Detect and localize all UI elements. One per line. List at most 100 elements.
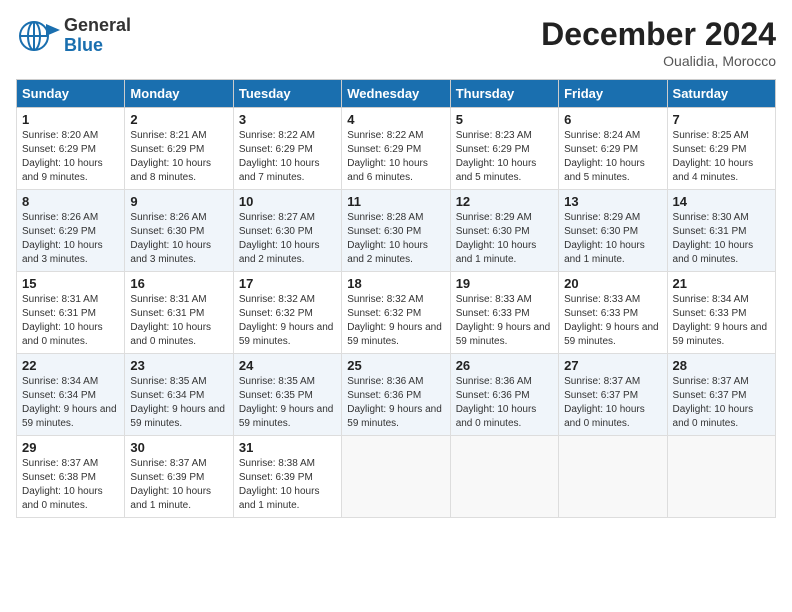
day-info: Sunrise: 8:33 AMSunset: 6:33 PMDaylight:… [564, 293, 661, 349]
table-row [667, 436, 775, 518]
day-number: 1 [22, 112, 119, 127]
day-number: 4 [347, 112, 444, 127]
day-info: Sunrise: 8:26 AMSunset: 6:29 PMDaylight:… [22, 211, 119, 267]
table-row: 15Sunrise: 8:31 AMSunset: 6:31 PMDayligh… [17, 272, 125, 354]
day-number: 17 [239, 276, 336, 291]
day-number: 9 [130, 194, 227, 209]
day-number: 28 [673, 358, 770, 373]
weekday-header-saturday: Saturday [667, 80, 775, 108]
day-number: 12 [456, 194, 553, 209]
title-block: December 2024 Oualidia, Morocco [541, 16, 776, 69]
day-number: 7 [673, 112, 770, 127]
day-number: 25 [347, 358, 444, 373]
logo-general: General [64, 16, 131, 36]
table-row [559, 436, 667, 518]
calendar-week-3: 15 Sunrise: 8:31 AMSunset: 6:31 PMDayligh… [17, 272, 776, 354]
table-row: 12Sunrise: 8:29 AMSunset: 6:30 PMDayligh… [450, 190, 558, 272]
day-info: Sunrise: 8:30 AMSunset: 6:31 PMDaylight:… [673, 211, 770, 267]
table-row: 19Sunrise: 8:33 AMSunset: 6:33 PMDayligh… [450, 272, 558, 354]
table-row: 18Sunrise: 8:32 AMSunset: 6:32 PMDayligh… [342, 272, 450, 354]
table-row: 22Sunrise: 8:34 AMSunset: 6:34 PMDayligh… [17, 354, 125, 436]
table-row: 10 Sunrise: 8:27 AMSunset: 6:30 PMDayligh… [233, 190, 341, 272]
day-info: Sunrise: 8:24 AMSunset: 6:29 PMDaylight:… [564, 129, 661, 185]
table-row: 21 Sunrise: 8:34 AMSunset: 6:33 PMDayligh… [667, 272, 775, 354]
table-row: 9 Sunrise: 8:26 AMSunset: 6:30 PMDaylight… [125, 190, 233, 272]
weekday-header-friday: Friday [559, 80, 667, 108]
calendar-week-1: 1 Sunrise: 8:20 AMSunset: 6:29 PMDaylight… [17, 108, 776, 190]
table-row: 1 Sunrise: 8:20 AMSunset: 6:29 PMDaylight… [17, 108, 125, 190]
calendar-table: SundayMondayTuesdayWednesdayThursdayFrid… [16, 79, 776, 518]
table-row: 3Sunrise: 8:22 AMSunset: 6:29 PMDaylight… [233, 108, 341, 190]
day-info: Sunrise: 8:29 AMSunset: 6:30 PMDaylight:… [564, 211, 661, 267]
weekday-header-sunday: Sunday [17, 80, 125, 108]
day-info: Sunrise: 8:35 AMSunset: 6:35 PMDaylight:… [239, 375, 336, 431]
day-info: Sunrise: 8:20 AMSunset: 6:29 PMDaylight:… [22, 129, 119, 185]
table-row: 23 Sunrise: 8:35 AMSunset: 6:34 PMDayligh… [125, 354, 233, 436]
day-number: 21 [673, 276, 770, 291]
table-row: 30Sunrise: 8:37 AMSunset: 6:39 PMDayligh… [125, 436, 233, 518]
day-number: 19 [456, 276, 553, 291]
calendar-week-5: 29Sunrise: 8:37 AMSunset: 6:38 PMDayligh… [17, 436, 776, 518]
table-row: 28 Sunrise: 8:37 AMSunset: 6:37 PMDayligh… [667, 354, 775, 436]
table-row [342, 436, 450, 518]
day-info: Sunrise: 8:38 AMSunset: 6:39 PMDaylight:… [239, 457, 336, 513]
logo-blue: Blue [64, 36, 131, 56]
table-row: 17 Sunrise: 8:32 AMSunset: 6:32 PMDayligh… [233, 272, 341, 354]
table-row: 4 Sunrise: 8:22 AMSunset: 6:29 PMDaylight… [342, 108, 450, 190]
calendar-week-4: 22Sunrise: 8:34 AMSunset: 6:34 PMDayligh… [17, 354, 776, 436]
day-info: Sunrise: 8:23 AMSunset: 6:29 PMDaylight:… [456, 129, 553, 185]
day-number: 29 [22, 440, 119, 455]
day-info: Sunrise: 8:34 AMSunset: 6:33 PMDaylight:… [673, 293, 770, 349]
day-info: Sunrise: 8:36 AMSunset: 6:36 PMDaylight:… [347, 375, 444, 431]
day-number: 5 [456, 112, 553, 127]
day-info: Sunrise: 8:32 AMSunset: 6:32 PMDaylight:… [239, 293, 336, 349]
day-info: Sunrise: 8:22 AMSunset: 6:29 PMDaylight:… [239, 129, 336, 185]
day-number: 14 [673, 194, 770, 209]
table-row: 16Sunrise: 8:31 AMSunset: 6:31 PMDayligh… [125, 272, 233, 354]
month-year: December 2024 [541, 16, 776, 53]
table-row: 7 Sunrise: 8:25 AMSunset: 6:29 PMDaylight… [667, 108, 775, 190]
table-row: 8 Sunrise: 8:26 AMSunset: 6:29 PMDaylight… [17, 190, 125, 272]
day-number: 30 [130, 440, 227, 455]
table-row: 26Sunrise: 8:36 AMSunset: 6:36 PMDayligh… [450, 354, 558, 436]
day-number: 31 [239, 440, 336, 455]
day-info: Sunrise: 8:32 AMSunset: 6:32 PMDaylight:… [347, 293, 444, 349]
day-info: Sunrise: 8:35 AMSunset: 6:34 PMDaylight:… [130, 375, 227, 431]
calendar-week-2: 8 Sunrise: 8:26 AMSunset: 6:29 PMDaylight… [17, 190, 776, 272]
weekday-header-tuesday: Tuesday [233, 80, 341, 108]
day-number: 6 [564, 112, 661, 127]
day-number: 2 [130, 112, 227, 127]
day-info: Sunrise: 8:26 AMSunset: 6:30 PMDaylight:… [130, 211, 227, 267]
table-row: 31 Sunrise: 8:38 AMSunset: 6:39 PMDayligh… [233, 436, 341, 518]
day-info: Sunrise: 8:25 AMSunset: 6:29 PMDaylight:… [673, 129, 770, 185]
day-info: Sunrise: 8:37 AMSunset: 6:37 PMDaylight:… [673, 375, 770, 431]
table-row: 11 Sunrise: 8:28 AMSunset: 6:30 PMDayligh… [342, 190, 450, 272]
day-info: Sunrise: 8:31 AMSunset: 6:31 PMDaylight:… [130, 293, 227, 349]
table-row: 20 Sunrise: 8:33 AMSunset: 6:33 PMDayligh… [559, 272, 667, 354]
table-row: 6 Sunrise: 8:24 AMSunset: 6:29 PMDaylight… [559, 108, 667, 190]
day-info: Sunrise: 8:36 AMSunset: 6:36 PMDaylight:… [456, 375, 553, 431]
day-number: 24 [239, 358, 336, 373]
day-number: 20 [564, 276, 661, 291]
day-info: Sunrise: 8:21 AMSunset: 6:29 PMDaylight:… [130, 129, 227, 185]
day-number: 23 [130, 358, 227, 373]
day-number: 22 [22, 358, 119, 373]
table-row: 25 Sunrise: 8:36 AMSunset: 6:36 PMDayligh… [342, 354, 450, 436]
table-row: 2 Sunrise: 8:21 AMSunset: 6:29 PMDaylight… [125, 108, 233, 190]
logo: General Blue [16, 16, 131, 56]
day-number: 8 [22, 194, 119, 209]
day-info: Sunrise: 8:22 AMSunset: 6:29 PMDaylight:… [347, 129, 444, 185]
table-row: 27 Sunrise: 8:37 AMSunset: 6:37 PMDayligh… [559, 354, 667, 436]
weekday-header-thursday: Thursday [450, 80, 558, 108]
table-row: 29Sunrise: 8:37 AMSunset: 6:38 PMDayligh… [17, 436, 125, 518]
day-info: Sunrise: 8:28 AMSunset: 6:30 PMDaylight:… [347, 211, 444, 267]
day-info: Sunrise: 8:37 AMSunset: 6:37 PMDaylight:… [564, 375, 661, 431]
page-header: General Blue December 2024 Oualidia, Mor… [16, 16, 776, 69]
day-number: 15 [22, 276, 119, 291]
day-number: 27 [564, 358, 661, 373]
location: Oualidia, Morocco [541, 53, 776, 69]
day-info: Sunrise: 8:27 AMSunset: 6:30 PMDaylight:… [239, 211, 336, 267]
table-row: 14 Sunrise: 8:30 AMSunset: 6:31 PMDayligh… [667, 190, 775, 272]
day-number: 10 [239, 194, 336, 209]
day-number: 11 [347, 194, 444, 209]
